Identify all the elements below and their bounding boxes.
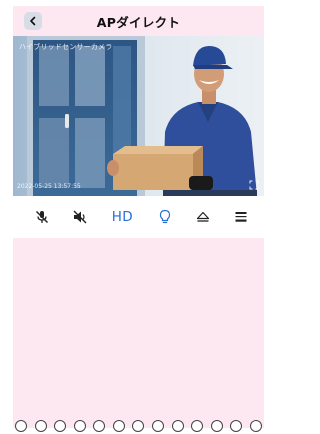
light-bulb-icon [159, 209, 170, 224]
camera-frame-image [13, 36, 264, 196]
eject-icon [196, 211, 209, 222]
chevron-left-icon [30, 16, 36, 26]
speaker-off-icon [73, 210, 87, 224]
camera-video-feed[interactable]: ハイブリッドセンサーカメラ 2022-05-25 13:57:55 [13, 36, 264, 196]
page-dot[interactable] [249, 420, 262, 432]
page-dot[interactable] [54, 420, 67, 432]
light-toggle-button[interactable] [154, 206, 176, 228]
page-dot[interactable] [171, 420, 184, 432]
page-dot[interactable] [93, 420, 106, 432]
page-dot[interactable] [73, 420, 86, 432]
hd-quality-button[interactable]: HD [107, 206, 137, 228]
speaker-toggle-button[interactable] [69, 206, 91, 228]
menu-button[interactable] [230, 206, 252, 228]
page-dot[interactable] [152, 420, 165, 432]
page-title: APダイレクト [96, 14, 181, 30]
content-panel [13, 238, 264, 428]
mic-toggle-button[interactable] [31, 206, 53, 228]
page-dot[interactable] [15, 420, 27, 432]
app-screen: APダイレクト ハイブリッドセンサーカメラ 2022-05-25 13:57:5… [0, 0, 277, 434]
page-dot[interactable] [210, 420, 223, 432]
header-bar: APダイレクト [13, 6, 264, 36]
page-dot[interactable] [34, 420, 47, 432]
video-timestamp: 2022-05-25 13:57:55 [17, 183, 81, 190]
page-dot[interactable] [132, 420, 145, 432]
page-dot[interactable] [112, 420, 125, 432]
back-button[interactable] [24, 12, 42, 30]
fullscreen-icon[interactable] [249, 180, 259, 190]
eject-button[interactable] [192, 206, 214, 228]
camera-control-bar: HD [13, 198, 264, 236]
hd-label: HD [111, 209, 133, 225]
menu-bars-icon [235, 212, 247, 222]
page-dot[interactable] [230, 420, 243, 432]
mic-off-icon [36, 211, 48, 223]
page-dot[interactable] [191, 420, 204, 432]
camera-name-label: ハイブリッドセンサーカメラ [19, 43, 113, 51]
page-indicator-row [13, 420, 264, 434]
